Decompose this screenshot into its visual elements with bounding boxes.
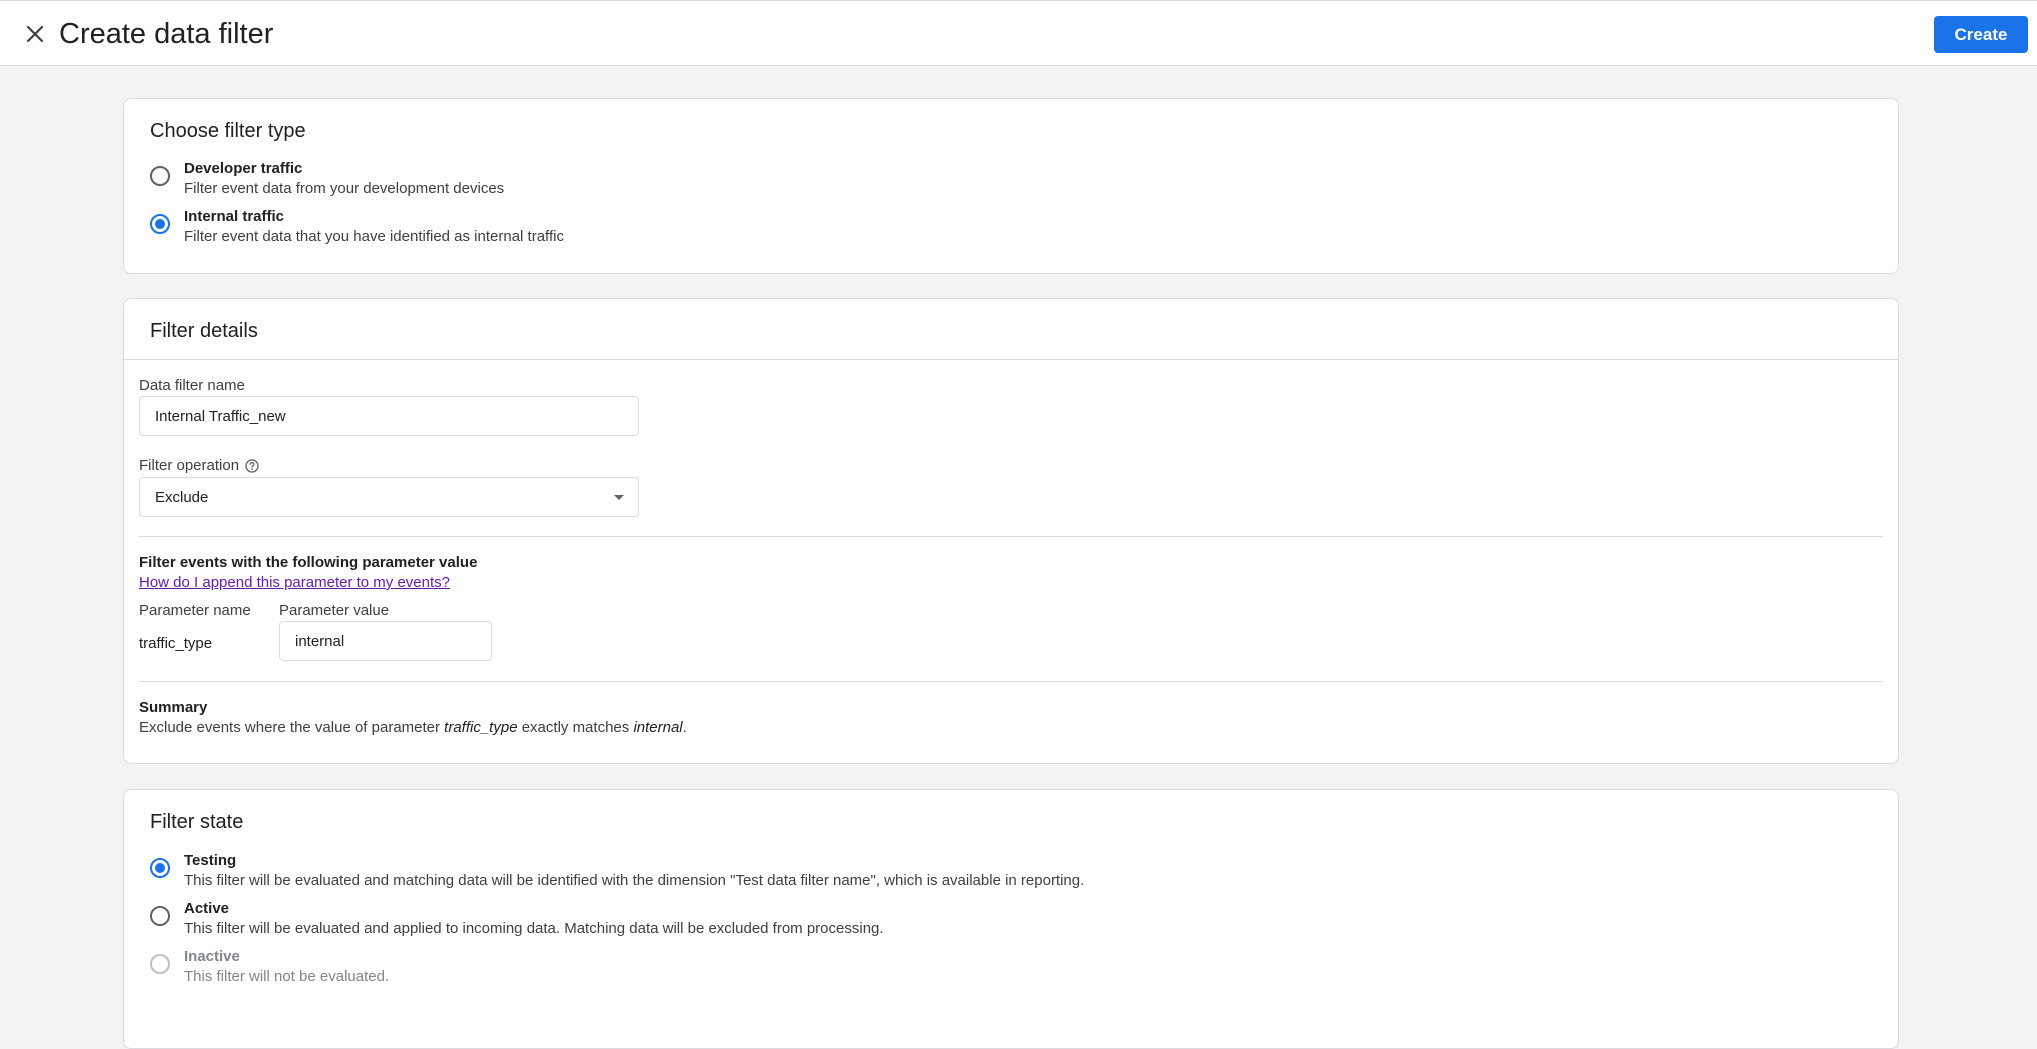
radio-button[interactable] [150,858,170,878]
data-filter-name-label: Data filter name [139,377,245,394]
radio-option-internal-traffic[interactable]: Internal traffic Filter event data that … [150,207,564,247]
data-filter-name-input[interactable] [139,396,639,436]
radio-label: Active [184,900,230,917]
summary-param: traffic_type [444,719,518,736]
radio-option-active[interactable]: Active This filter will be evaluated and… [150,899,884,939]
radio-description: This filter will not be evaluated. [184,968,390,985]
radio-description: Filter event data that you have identifi… [184,228,564,245]
radio-description: This filter will be evaluated and matchi… [184,872,1085,889]
close-button[interactable] [20,19,50,49]
radio-label: Inactive [184,948,240,965]
radio-label: Testing [184,852,237,869]
create-button[interactable]: Create [1934,16,2028,53]
filter-state-title: Filter state [150,811,244,833]
summary-prefix: Exclude events where the value of parame… [139,719,445,736]
parameter-name-label: Parameter name [139,602,251,619]
parameter-name-value: traffic_type [139,635,213,652]
top-app-bar: Create data filter Create [0,0,2037,66]
summary-middle: exactly matches [517,719,634,736]
dropdown-caret-icon [614,495,624,500]
radio-option-inactive: Inactive This filter will not be evaluat… [150,947,389,987]
append-parameter-help-link[interactable]: How do I append this parameter to my eve… [139,574,450,591]
summary-heading: Summary [139,699,208,716]
filter-type-title: Choose filter type [150,120,306,142]
filter-state-card: Filter state Testing This filter will be… [123,789,1899,1049]
divider [124,359,1898,360]
radio-label: Internal traffic [184,208,285,225]
summary-value: internal [633,719,683,736]
radio-button[interactable] [150,906,170,926]
radio-label: Developer traffic [184,160,303,177]
divider [139,681,1883,682]
summary-text: Exclude events where the value of parame… [139,719,687,736]
radio-button[interactable] [150,166,170,186]
page-title: Create data filter [59,18,274,50]
radio-description: This filter will be evaluated and applie… [184,920,884,937]
field-label-text: Data filter name [139,377,245,394]
radio-option-developer-traffic[interactable]: Developer traffic Filter event data from… [150,159,504,199]
filter-operation-select[interactable]: Exclude [139,477,639,517]
field-label-text: Filter operation [139,457,240,474]
summary-suffix: . [682,719,687,736]
parameter-section-heading: Filter events with the following paramet… [139,554,478,571]
close-icon [26,25,44,43]
parameter-value-input[interactable] [279,621,492,661]
help-icon[interactable] [245,458,259,473]
parameter-value-label: Parameter value [279,602,390,619]
select-value: Exclude [155,489,209,506]
radio-button [150,954,170,974]
filter-details-title: Filter details [150,320,258,342]
radio-option-testing[interactable]: Testing This filter will be evaluated an… [150,851,1084,891]
filter-type-card: Choose filter type Developer traffic Fil… [123,98,1899,274]
filter-operation-label: Filter operation [139,457,259,474]
radio-description: Filter event data from your development … [184,180,505,197]
radio-button[interactable] [150,214,170,234]
filter-details-card: Filter details Data filter name Filter o… [123,298,1899,764]
divider [139,536,1883,537]
